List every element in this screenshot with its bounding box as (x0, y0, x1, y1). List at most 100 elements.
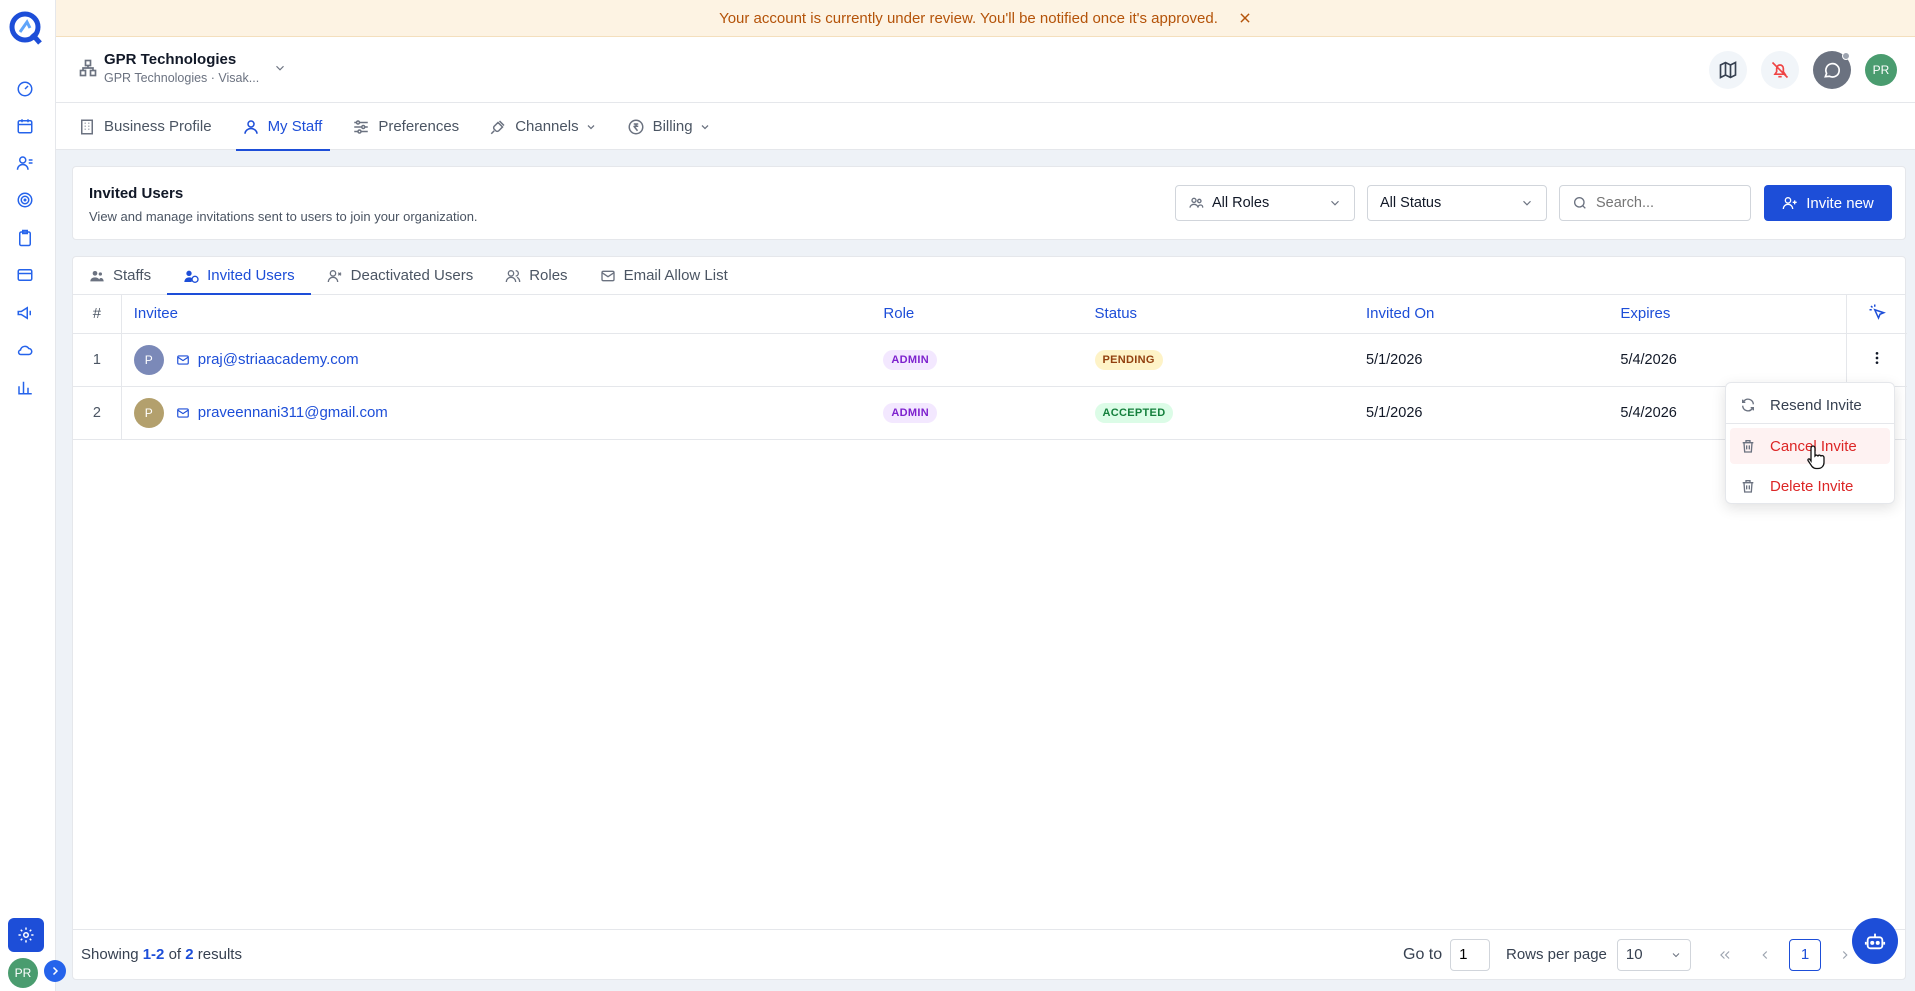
subtab-staffs[interactable]: Staffs (89, 257, 151, 294)
chevrons-left-icon (1720, 950, 1730, 959)
roles-filter-select[interactable]: All Roles (1175, 185, 1355, 221)
mail-icon (176, 353, 190, 367)
banner-message: Your account is currently under review. … (719, 9, 1218, 27)
delete-invite-menu-item[interactable]: Delete Invite (1730, 468, 1890, 504)
card-icon[interactable] (14, 264, 36, 286)
summary-range: 1-2 (142, 946, 165, 963)
invitee-cell: P praveennani311@gmail.com (121, 386, 884, 440)
invite-button-label: Invite new (1806, 194, 1874, 212)
subtab-roles[interactable]: Roles (505, 257, 568, 294)
invitee-email[interactable]: praveennani311@gmail.com (198, 404, 388, 421)
invitee-cell: P praj@striaacademy.com (121, 333, 884, 387)
chart-icon[interactable] (14, 376, 36, 398)
clipboard-icon[interactable] (14, 227, 36, 249)
cloud-icon[interactable] (14, 339, 36, 361)
contacts-icon[interactable] (14, 152, 36, 174)
app-logo-icon[interactable] (8, 10, 44, 46)
table-header-row: # Invitee Role Status Invited On Expires (73, 295, 1907, 334)
rows-per-page-label: Rows per page (1506, 946, 1607, 963)
col-number[interactable]: # (73, 295, 122, 334)
review-banner: Your account is currently under review. … (56, 0, 1915, 37)
sidebar-expand-button[interactable] (44, 960, 66, 982)
summary-suffix: results (193, 946, 242, 963)
tab-business-profile[interactable]: Business Profile (78, 103, 226, 150)
map-button[interactable] (1709, 51, 1747, 89)
tab-label: Preferences (378, 118, 460, 135)
megaphone-icon[interactable] (14, 302, 36, 324)
tab-label: My Staff (267, 118, 323, 135)
table-footer: Showing 1-2 of 2 results Go to Rows per … (73, 929, 1905, 979)
goto-page-input[interactable] (1450, 938, 1491, 971)
status-badge: ACCEPTED (1094, 402, 1174, 423)
invitee-email[interactable]: praj@striaacademy.com (198, 351, 359, 368)
subtab-email-allow-list[interactable]: Email Allow List (600, 257, 728, 294)
page-number-button[interactable]: 1 (1789, 938, 1821, 971)
close-icon[interactable] (1238, 11, 1252, 25)
rows-per-page-select[interactable]: 10 (1616, 938, 1691, 971)
search-box (1559, 185, 1751, 221)
target-icon[interactable] (14, 189, 36, 211)
chevron-right-icon (52, 966, 59, 976)
whatsapp-button[interactable] (1813, 51, 1851, 89)
staff-subtabs: Staffs Invited Users Deactivated Users R… (73, 257, 1905, 295)
col-invited-on[interactable]: Invited On (1366, 295, 1621, 334)
user-x-icon (327, 268, 343, 284)
pointer-click-icon (1868, 303, 1886, 321)
table-row: 1 P praj@striaacademy.com ADMIN PENDING … (73, 333, 1907, 387)
menu-item-label: Resend Invite (1770, 396, 1862, 414)
col-invitee[interactable]: Invitee (121, 295, 884, 334)
tab-my-staff[interactable]: My Staff (235, 103, 337, 151)
subtab-label: Email Allow List (623, 267, 728, 284)
notifications-off-button[interactable] (1761, 51, 1799, 89)
subtab-deactivated-users[interactable]: Deactivated Users (327, 257, 473, 294)
goto-label: Go to (1403, 945, 1443, 963)
pagination: 1 (1709, 938, 1861, 971)
bell-off-icon (1771, 61, 1789, 79)
role-badge: ADMIN (883, 349, 937, 370)
col-expires[interactable]: Expires (1620, 295, 1847, 334)
tab-label: Channels (515, 118, 579, 135)
subtab-label: Invited Users (207, 267, 295, 284)
chevron-down-icon (1328, 196, 1342, 210)
calendar-icon[interactable] (14, 115, 36, 137)
tab-billing[interactable]: Billing (627, 103, 725, 150)
prev-page-button[interactable] (1749, 939, 1781, 971)
expires-cell: 5/4/2026 (1620, 333, 1847, 387)
invite-new-button[interactable]: Invite new (1764, 185, 1892, 221)
sliders-icon (352, 118, 370, 136)
status-dot (1842, 52, 1850, 60)
mail-icon (176, 406, 190, 420)
chevron-down-icon (1520, 196, 1534, 210)
sidebar: PR (0, 0, 66, 991)
invited-users-table: # Invitee Role Status Invited On Expires… (73, 295, 1907, 440)
chevron-down-icon (273, 61, 287, 75)
search-input[interactable] (1596, 195, 1736, 211)
row-number: 2 (73, 386, 122, 440)
settings-button[interactable] (8, 918, 44, 952)
sidebar-avatar[interactable]: PR (8, 958, 38, 988)
status-filter-value: All Status (1380, 195, 1442, 211)
status-filter-select[interactable]: All Status (1367, 185, 1547, 221)
first-page-button[interactable] (1709, 939, 1741, 971)
chevron-down-icon (1670, 949, 1682, 961)
tab-channels[interactable]: Channels (489, 103, 610, 150)
top-header: GPR Technologies GPR Technologies · Visa… (56, 37, 1915, 103)
role-cell: ADMIN (883, 333, 1095, 387)
row-actions-button[interactable] (1846, 333, 1907, 387)
col-status[interactable]: Status (1094, 295, 1366, 334)
trash-icon (1740, 478, 1756, 494)
column-settings-button[interactable] (1846, 295, 1907, 334)
gear-icon (18, 927, 34, 943)
col-role[interactable]: Role (883, 295, 1095, 334)
resend-invite-menu-item[interactable]: Resend Invite (1730, 387, 1890, 423)
tab-label: Billing (652, 118, 693, 135)
invited-users-card: Staffs Invited Users Deactivated Users R… (72, 256, 1907, 980)
tab-preferences[interactable]: Preferences (352, 103, 473, 150)
subtab-invited-users[interactable]: Invited Users (167, 257, 311, 295)
org-switcher[interactable]: GPR Technologies GPR Technologies · Visa… (78, 51, 287, 85)
users-icon (89, 268, 105, 284)
chatbot-button[interactable] (1852, 918, 1898, 964)
users-outline-icon (505, 268, 521, 284)
dashboard-icon[interactable] (14, 78, 36, 100)
user-avatar[interactable]: PR (1865, 54, 1897, 86)
